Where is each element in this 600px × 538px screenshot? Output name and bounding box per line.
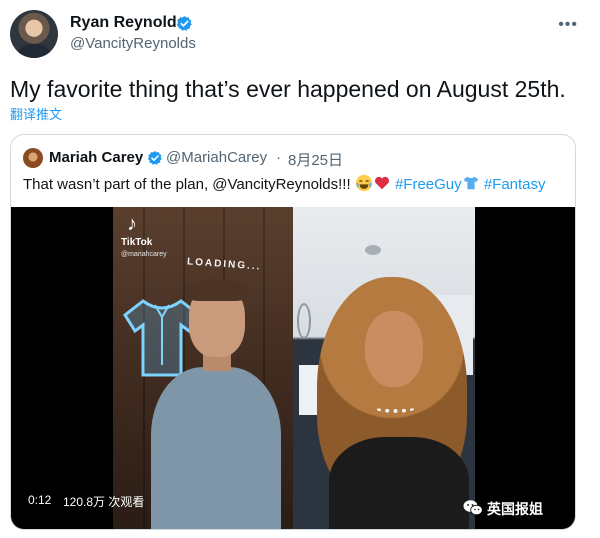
tweet-text: My favorite thing that’s ever happened o… — [10, 76, 566, 102]
quoted-text: That wasn’t part of the plan, @VancityRe… — [23, 174, 546, 193]
quoted-author-name[interactable]: Mariah Carey — [49, 149, 143, 166]
quoted-avatar[interactable] — [23, 148, 43, 168]
hashtag-freeguy[interactable]: #FreeGuy — [395, 176, 462, 193]
video-left-panel: ♪ TikTok @mariahcarey LOADING... — [113, 207, 293, 529]
verified-badge-icon — [147, 151, 162, 165]
quoted-author-handle[interactable]: @MariahCarey — [166, 149, 267, 166]
quoted-tweet[interactable]: Mariah Carey @MariahCarey · 8月25日 That w… — [10, 134, 576, 530]
laughing-emoji-icon — [355, 174, 372, 192]
video-man-figure — [151, 279, 281, 529]
tweet-card: Ryan Reynolds @VancityReynolds ••• My fa… — [0, 0, 600, 538]
video-woman-figure — [317, 277, 473, 529]
author-avatar[interactable] — [10, 10, 58, 58]
shirt-emoji-icon — [463, 176, 478, 190]
quoted-date[interactable]: 8月25日 — [288, 149, 343, 170]
author-handle[interactable]: @VancityReynolds — [70, 35, 196, 52]
heart-emoji-icon — [374, 176, 389, 190]
translate-tweet-link[interactable]: 翻译推文 — [10, 104, 62, 123]
video-right-panel — [293, 207, 475, 529]
quoted-separator: · — [276, 149, 281, 166]
watermark-text: 英国报姐 — [487, 501, 543, 517]
tiktok-username: @mariahcarey — [121, 251, 167, 258]
tiktok-logo-icon: ♪ — [127, 213, 137, 235]
verified-badge-icon — [176, 16, 192, 31]
wechat-icon — [463, 500, 483, 516]
video-player[interactable]: ♪ TikTok @mariahcarey LOADING... 0:12 12… — [11, 207, 575, 529]
video-view-count: 120.8万 次观看 — [63, 495, 145, 509]
tiktok-label: TikTok — [121, 237, 153, 248]
quoted-text-body: That wasn’t part of the plan, @VancityRe… — [23, 176, 355, 193]
video-timestamp: 0:12 — [28, 493, 52, 507]
author-name[interactable]: Ryan Reynolds — [70, 14, 186, 32]
more-options-icon[interactable]: ••• — [558, 16, 578, 34]
hashtag-fantasy[interactable]: #Fantasy — [484, 176, 546, 193]
